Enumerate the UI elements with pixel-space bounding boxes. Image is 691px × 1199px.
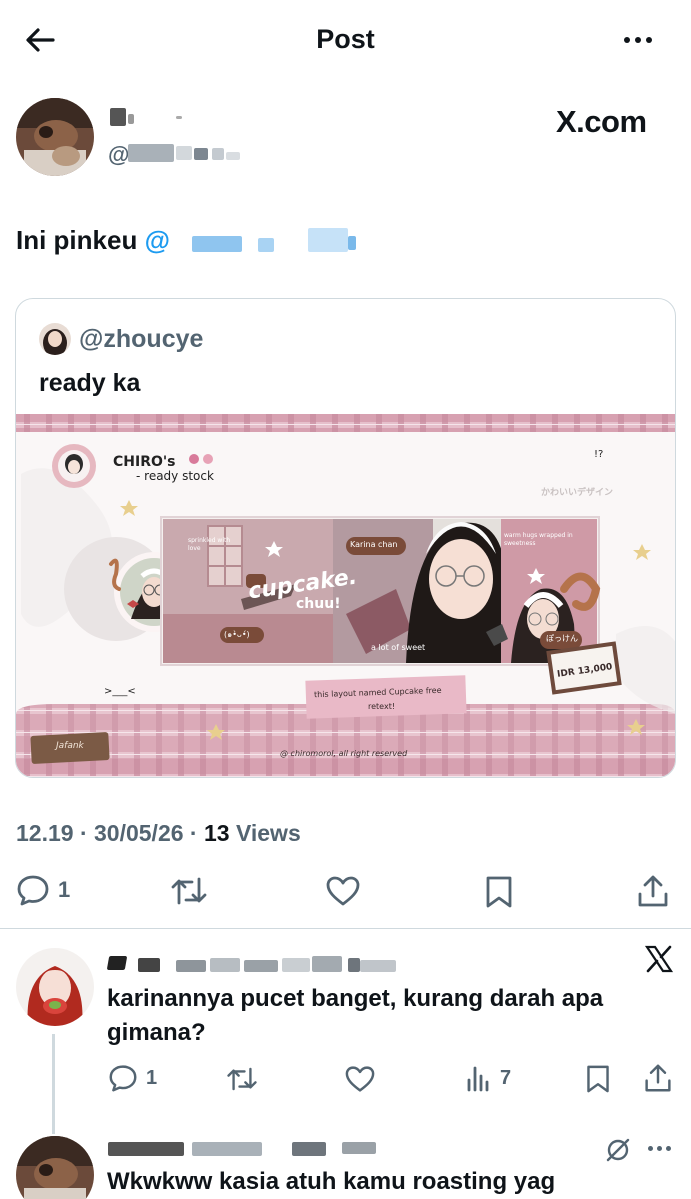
retweet-icon (171, 877, 207, 905)
page-title: Post (316, 24, 375, 54)
post-text: Ini pinkeu @ (16, 225, 170, 256)
more-icon (624, 37, 630, 43)
more-icon (648, 1146, 653, 1151)
thread-line (52, 1034, 55, 1134)
image-caption: a lot of sweet (371, 643, 426, 652)
bookmark-icon (486, 876, 512, 908)
more-button[interactable] (618, 28, 658, 52)
reply1-reply-button[interactable]: 1 (108, 1064, 157, 1092)
image-kaomoji1: (๑•̀ᴗ•́) (224, 630, 250, 639)
x-logo-icon (644, 944, 674, 974)
like-button[interactable] (325, 875, 361, 907)
author-avatar[interactable] (16, 98, 94, 176)
image-brand: CHIRO's (113, 454, 176, 470)
image-note: this layout named Cupcake free (313, 685, 442, 700)
quote-text: ready ka (39, 369, 141, 397)
share-icon (638, 875, 668, 907)
image-name-tag: Karina chan (350, 540, 398, 549)
views-icon (467, 1066, 489, 1092)
reply-text: karinannya pucet banget, kurang darah ap… (107, 985, 604, 1046)
header: Post (0, 0, 691, 80)
reply2-text: Wkwkww kasia atuh kamu roasting yag (107, 1168, 556, 1195)
reply1-bookmark-button[interactable] (585, 1064, 611, 1094)
share-icon (645, 1064, 671, 1092)
share-button[interactable] (637, 874, 669, 908)
views-count: 13 (203, 820, 230, 846)
image-warm-hugs: warm hugs wrapped in sweetness (504, 532, 573, 547)
post-body: Ini pinkeu (16, 225, 138, 255)
post-meta: 12.19 · 30/05/26 · 13 Views (16, 820, 301, 847)
retweet-button[interactable] (170, 876, 208, 906)
post-timestamp: 12.19 · 30/05/26 · (16, 820, 204, 846)
reply1-views-button[interactable]: 7 (466, 1064, 511, 1092)
image-badge: !? (594, 449, 604, 460)
reply1-share-button[interactable] (644, 1063, 672, 1093)
quoted-post-card[interactable]: @zhoucye ready ka CHIRO's - ready stock … (15, 298, 676, 778)
reply-author-avatar[interactable] (16, 948, 94, 1026)
image-jp-tag: ぽっけん (546, 634, 578, 643)
quote-author-avatar (39, 323, 71, 355)
image-subtitle: chuu! (296, 596, 341, 612)
image-brand-sub: - ready stock (136, 469, 214, 483)
image-label-tag: Jafank (56, 741, 84, 751)
reply-icon (17, 875, 49, 906)
reply1-like-button[interactable] (344, 1065, 376, 1093)
bookmark-icon (587, 1065, 609, 1093)
reply1-views-count: 7 (500, 1066, 512, 1089)
image-footer: @ chiromorol, all right reserved (280, 749, 408, 758)
views-label: Views (229, 820, 301, 846)
grok-icon[interactable] (604, 1136, 632, 1164)
reply2-more-button[interactable] (648, 1146, 676, 1154)
reply-button[interactable]: 1 (16, 874, 70, 906)
reply-count: 1 (58, 877, 71, 902)
image-note2: retext! (368, 702, 396, 711)
quote-image-text: CHIRO's - ready stock !? かわいいデザイン cupcak… (16, 414, 675, 777)
image-price: IDR 13,000 (556, 662, 614, 680)
like-icon (345, 1066, 375, 1092)
mention-link[interactable]: @ (145, 225, 170, 255)
image-jp-text: かわいいデザイン (541, 488, 614, 498)
divider (0, 928, 691, 929)
source-label: X.com (556, 104, 647, 139)
image-kaomoji2: >___< (104, 686, 136, 697)
reply1-reply-count: 1 (146, 1066, 158, 1089)
reply1-retweet-button[interactable] (226, 1066, 258, 1092)
like-icon (326, 876, 360, 906)
reply-icon (109, 1065, 137, 1092)
quote-author-handle: @zhoucye (79, 325, 204, 353)
quote-image[interactable]: CHIRO's - ready stock !? かわいいデザイン cupcak… (16, 414, 675, 777)
image-sprinkled: sprinkled with love (188, 537, 231, 552)
retweet-icon (227, 1067, 257, 1091)
reply2-author-avatar[interactable] (16, 1136, 94, 1199)
bookmark-button[interactable] (484, 875, 514, 909)
